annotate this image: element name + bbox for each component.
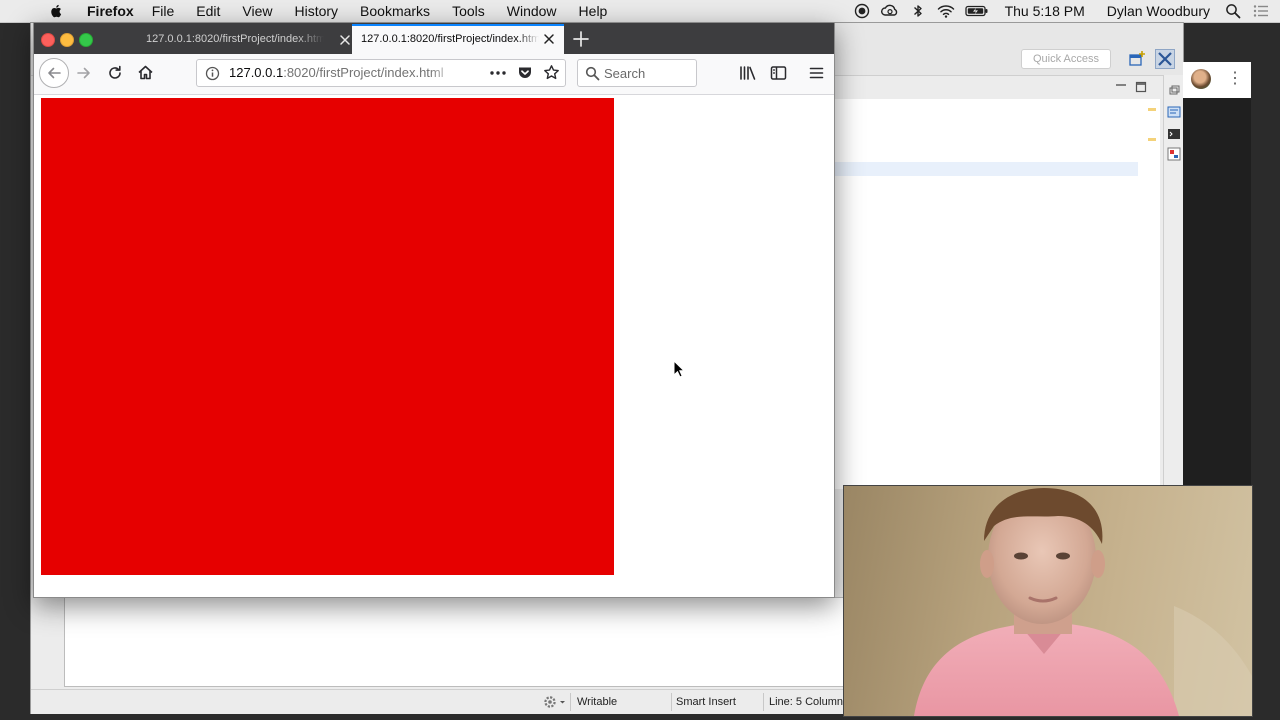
status-menus: Thu 5:18 PM Dylan Woodbury bbox=[853, 3, 1280, 19]
menu-user-name[interactable]: Dylan Woodbury bbox=[1107, 3, 1210, 19]
url-path: :8020/firstProject/index.html bbox=[283, 65, 444, 80]
red-box bbox=[41, 98, 614, 575]
search-icon bbox=[585, 66, 600, 81]
kebab-menu-icon[interactable]: ⋮ bbox=[1227, 70, 1243, 88]
new-tab-plus-icon[interactable] bbox=[572, 30, 590, 48]
screen-record-icon[interactable] bbox=[853, 3, 871, 19]
menu-help[interactable]: Help bbox=[579, 3, 608, 19]
task-list-view-icon[interactable] bbox=[1167, 147, 1181, 161]
tab-strip: 127.0.0.1:8020/firstProject/index.html 1… bbox=[34, 23, 834, 54]
ide-right-trim bbox=[1163, 75, 1184, 495]
site-info-icon[interactable] bbox=[205, 66, 220, 81]
maximize-view-icon[interactable] bbox=[1135, 81, 1147, 93]
dark-window-fragment bbox=[1183, 98, 1251, 488]
search-bar[interactable] bbox=[577, 59, 697, 87]
status-settings-gear-icon[interactable] bbox=[541, 690, 567, 714]
status-smart-insert: Smart Insert bbox=[676, 696, 736, 708]
mouse-cursor-icon bbox=[673, 360, 685, 378]
tab-index-1[interactable]: 127.0.0.1:8020/firstProject/index.html bbox=[138, 25, 352, 54]
window-close-button[interactable] bbox=[41, 33, 55, 47]
reload-icon[interactable] bbox=[107, 65, 123, 81]
menu-history[interactable]: History bbox=[294, 3, 338, 19]
back-button[interactable] bbox=[39, 58, 69, 88]
status-writable: Writable bbox=[577, 696, 618, 708]
menu-clock[interactable]: Thu 5:18 PM bbox=[1005, 3, 1085, 19]
macos-menu-bar: Firefox File Edit View History Bookmarks… bbox=[0, 0, 1280, 23]
menu-bookmarks[interactable]: Bookmarks bbox=[360, 3, 430, 19]
battery-charging-icon[interactable] bbox=[964, 3, 989, 19]
creative-cloud-icon[interactable] bbox=[880, 3, 899, 19]
web-perspective-icon[interactable] bbox=[1155, 49, 1175, 69]
tab-title: 127.0.0.1:8020/firstProject/index.html bbox=[146, 33, 324, 45]
menu-view[interactable]: View bbox=[242, 3, 272, 19]
restore-icon[interactable] bbox=[1167, 85, 1181, 97]
console-pane[interactable] bbox=[64, 597, 846, 687]
page-content[interactable] bbox=[34, 95, 834, 597]
menu-window[interactable]: Window bbox=[507, 3, 557, 19]
status-separator bbox=[671, 693, 672, 711]
url-text[interactable]: 127.0.0.1:8020/firstProject/index.html bbox=[229, 60, 457, 86]
navigation-toolbar: 127.0.0.1:8020/firstProject/index.html bbox=[34, 54, 834, 95]
open-perspective-icon[interactable] bbox=[1128, 50, 1146, 68]
wifi-icon[interactable] bbox=[937, 3, 955, 19]
window-minimize-button[interactable] bbox=[60, 33, 74, 47]
library-icon[interactable] bbox=[739, 65, 757, 81]
status-separator bbox=[763, 693, 764, 711]
notification-center-icon[interactable] bbox=[1252, 3, 1270, 19]
webcam-overlay bbox=[843, 485, 1253, 717]
hamburger-menu-icon[interactable] bbox=[809, 65, 824, 81]
outline-view-icon[interactable] bbox=[1167, 105, 1181, 119]
menu-app-firefox[interactable]: Firefox bbox=[87, 3, 134, 19]
overview-ruler-mark[interactable] bbox=[1148, 108, 1156, 111]
chrome-toolbar-fragment: ⋮ bbox=[1183, 62, 1251, 99]
url-host: 127.0.0.1 bbox=[229, 65, 284, 80]
close-tab-icon[interactable] bbox=[542, 32, 556, 46]
window-zoom-button[interactable] bbox=[79, 33, 93, 47]
pocket-icon[interactable] bbox=[517, 65, 533, 81]
minimize-view-icon[interactable] bbox=[1115, 79, 1127, 91]
search-input[interactable] bbox=[604, 64, 692, 82]
forward-arrow-icon[interactable] bbox=[76, 65, 92, 81]
presenter-video-image bbox=[914, 488, 1252, 716]
bookmark-star-icon[interactable] bbox=[543, 64, 560, 81]
code-editor-pane[interactable] bbox=[834, 99, 1160, 489]
apple-icon[interactable] bbox=[48, 3, 64, 19]
overview-ruler-mark[interactable] bbox=[1148, 138, 1156, 141]
profile-avatar[interactable] bbox=[1191, 69, 1211, 89]
menu-edit[interactable]: Edit bbox=[196, 3, 220, 19]
tab-index-2-active[interactable]: 127.0.0.1:8020/firstProject/index.html bbox=[352, 24, 564, 54]
tab-title: 127.0.0.1:8020/firstProject/index.html bbox=[361, 33, 539, 45]
spotlight-search-icon[interactable] bbox=[1224, 3, 1242, 19]
menu-tools[interactable]: Tools bbox=[452, 3, 485, 19]
url-bar[interactable]: 127.0.0.1:8020/firstProject/index.html bbox=[196, 59, 566, 87]
quick-access-field[interactable]: Quick Access bbox=[1021, 49, 1111, 69]
firefox-window: 127.0.0.1:8020/firstProject/index.html 1… bbox=[33, 22, 835, 598]
page-actions-icon[interactable] bbox=[489, 65, 507, 81]
current-line-highlight bbox=[835, 162, 1138, 176]
terminal-view-icon[interactable] bbox=[1167, 127, 1181, 141]
bluetooth-icon[interactable] bbox=[909, 3, 927, 19]
home-icon[interactable] bbox=[137, 64, 154, 81]
status-separator bbox=[570, 693, 571, 711]
close-tab-icon[interactable] bbox=[338, 33, 352, 47]
menu-file[interactable]: File bbox=[152, 3, 175, 19]
sidebar-toggle-icon[interactable] bbox=[770, 65, 787, 81]
